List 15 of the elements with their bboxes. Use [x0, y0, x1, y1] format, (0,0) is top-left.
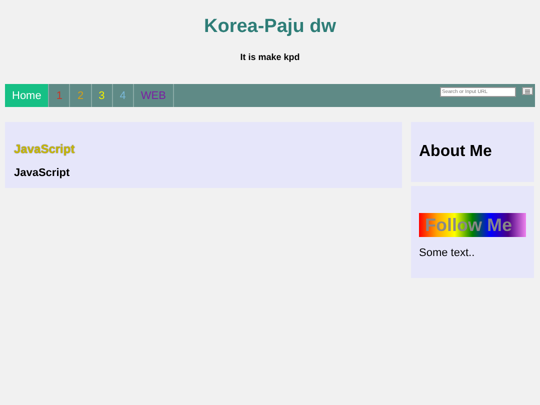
nav-link[interactable]: 4: [112, 84, 134, 107]
menu-button[interactable]: [522, 87, 533, 95]
card-heading: JavaScript: [14, 142, 76, 156]
card-text: JavaScript: [14, 167, 71, 179]
nav-link[interactable]: WEB: [134, 84, 174, 107]
menu-icon: [525, 88, 530, 94]
sidebar-text: Some text..: [419, 247, 476, 259]
about-title: About Me: [419, 143, 493, 161]
nav-link[interactable]: 2: [70, 84, 92, 107]
nav-link[interactable]: 3: [92, 84, 113, 107]
nav-link[interactable]: Home: [5, 84, 50, 107]
site-subtitle: It is make kpd: [240, 52, 300, 62]
site-title: Korea-Paju dw: [204, 16, 336, 38]
nav-link[interactable]: 1: [49, 84, 70, 107]
follow-banner: Follow Me: [419, 213, 526, 237]
